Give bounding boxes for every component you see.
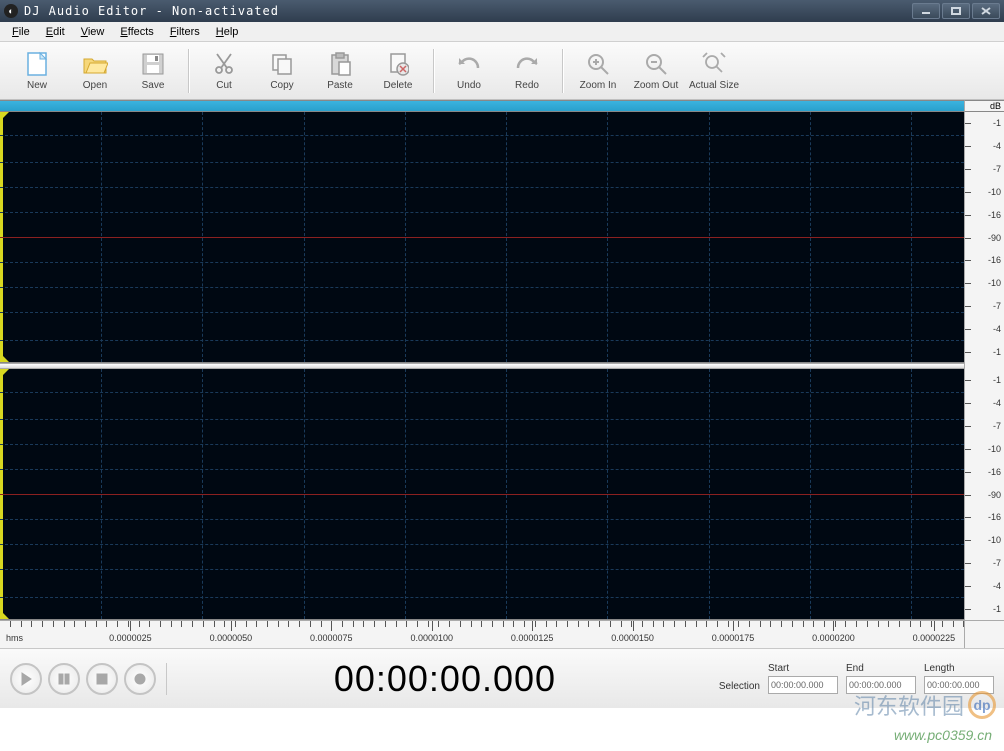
- selection-length-header: Length: [924, 663, 994, 674]
- redo-button[interactable]: Redo: [498, 45, 556, 97]
- maximize-button[interactable]: [942, 3, 970, 19]
- zoom-out-button[interactable]: Zoom Out: [627, 45, 685, 97]
- delete-icon: [384, 50, 412, 78]
- play-button[interactable]: [10, 663, 42, 695]
- close-button[interactable]: [972, 3, 1000, 19]
- menu-help[interactable]: Help: [210, 24, 245, 40]
- time-ruler-top[interactable]: [0, 100, 964, 112]
- stop-button[interactable]: [86, 663, 118, 695]
- menu-filters[interactable]: Filters: [164, 24, 206, 40]
- menu-file[interactable]: File: [6, 24, 36, 40]
- paste-button[interactable]: Paste: [311, 45, 369, 97]
- toolbar: New Open Save Cut Copy Paste Delete: [0, 42, 1004, 100]
- redo-icon: [513, 50, 541, 78]
- open-button[interactable]: Open: [66, 45, 124, 97]
- titlebar: ◐ DJ Audio Editor - Non-activated: [0, 0, 1004, 22]
- selection-start-input[interactable]: [768, 676, 838, 694]
- undo-icon: [455, 50, 483, 78]
- time-unit-label: hms: [6, 633, 23, 643]
- selection-end-header: End: [846, 663, 916, 674]
- db-ruler: -1-4-7-10-16-90-16-10-7-4-1-1-4-7-10-16-…: [964, 112, 1004, 620]
- menu-view[interactable]: View: [75, 24, 111, 40]
- window-title: DJ Audio Editor - Non-activated: [24, 4, 912, 18]
- actual-size-button[interactable]: Actual Size: [685, 45, 743, 97]
- menu-edit[interactable]: Edit: [40, 24, 71, 40]
- selection-end-input[interactable]: [846, 676, 916, 694]
- copy-icon: [268, 50, 296, 78]
- menu-effects[interactable]: Effects: [114, 24, 159, 40]
- app-icon: ◐: [4, 4, 18, 18]
- cut-button[interactable]: Cut: [195, 45, 253, 97]
- selection-start-header: Start: [768, 663, 838, 674]
- pause-button[interactable]: [48, 663, 80, 695]
- save-icon: [139, 50, 167, 78]
- undo-button[interactable]: Undo: [440, 45, 498, 97]
- selection-label: Selection: [719, 681, 760, 694]
- watermark-url: www.pc0359.cn: [894, 727, 992, 743]
- new-file-icon: [23, 50, 51, 78]
- waveform-area: dB -1-4-7-10-16-90-16-10-7-4-1-1-4-7-10-…: [0, 100, 1004, 648]
- waveform-right-channel[interactable]: [0, 369, 964, 620]
- db-unit-label: dB: [964, 100, 1004, 112]
- save-button[interactable]: Save: [124, 45, 182, 97]
- delete-button[interactable]: Delete: [369, 45, 427, 97]
- zoom-in-button[interactable]: Zoom In: [569, 45, 627, 97]
- zoom-in-icon: [584, 50, 612, 78]
- menubar: File Edit View Effects Filters Help: [0, 22, 1004, 42]
- copy-button[interactable]: Copy: [253, 45, 311, 97]
- transport-controls: [10, 663, 171, 695]
- timecode-display: 00:00:00.000: [181, 658, 709, 700]
- paste-icon: [326, 50, 354, 78]
- bottom-panel: 00:00:00.000 Selection Start End Length: [0, 648, 1004, 708]
- open-folder-icon: [81, 50, 109, 78]
- selection-panel: Selection Start End Length: [719, 663, 994, 694]
- zoom-out-icon: [642, 50, 670, 78]
- new-button[interactable]: New: [8, 45, 66, 97]
- actual-size-icon: [700, 50, 728, 78]
- selection-length-input[interactable]: [924, 676, 994, 694]
- record-button[interactable]: [124, 663, 156, 695]
- waveform-left-channel[interactable]: [0, 112, 964, 363]
- scissors-icon: [210, 50, 238, 78]
- minimize-button[interactable]: [912, 3, 940, 19]
- time-ruler-bottom[interactable]: hms 0.00000250.00000500.00000750.0000100…: [0, 620, 1004, 648]
